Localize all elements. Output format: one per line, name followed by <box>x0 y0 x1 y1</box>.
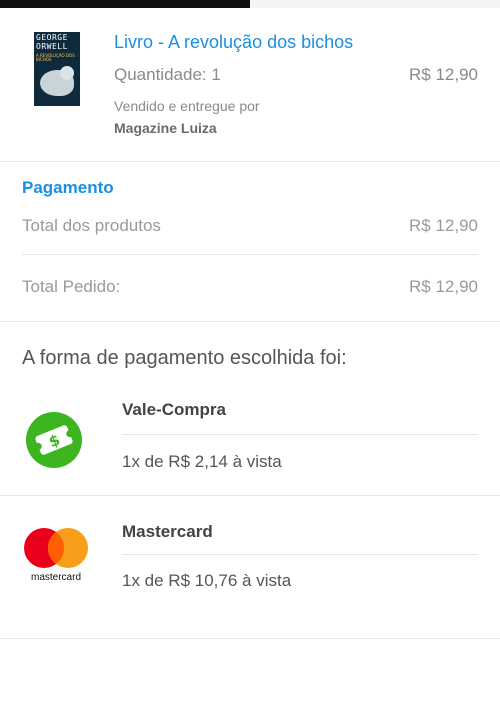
status-bar-dark <box>0 0 250 8</box>
product-item[interactable]: GEORGE ORWELL A REVOLUÇÃO DOS BICHOS Liv… <box>0 8 500 162</box>
status-bar <box>0 0 500 8</box>
summary-divider <box>22 254 478 255</box>
payment-title: Pagamento <box>22 178 114 197</box>
voucher-name: Vale-Compra <box>122 400 226 419</box>
cover-pig-head <box>60 66 74 80</box>
seller-name: Magazine Luiza <box>114 120 217 136</box>
payment-summary: Pagamento Total dos produtos R$ 12,90 To… <box>0 161 500 322</box>
product-quantity: Quantidade: 1 <box>114 65 221 84</box>
mastercard-installment: 1x de R$ 10,76 à vista <box>122 571 292 590</box>
total-products-label: Total dos produtos <box>22 216 161 235</box>
total-products-value: R$ 12,90 <box>409 216 478 235</box>
payment-methods-heading: A forma de pagamento escolhida foi: <box>22 347 347 369</box>
payment-method-mastercard: mastercard Mastercard 1x de R$ 10,76 à v… <box>0 496 500 639</box>
voucher-installment: 1x de R$ 2,14 à vista <box>122 452 282 471</box>
mastercard-brand-text: mastercard <box>30 572 81 583</box>
product-price: R$ 12,90 <box>409 65 478 84</box>
mastercard-name: Mastercard <box>122 522 213 541</box>
payment-method-voucher: $ Vale-Compra 1x de R$ 2,14 à vista <box>0 390 500 496</box>
sold-by-label: Vendido e entregue por <box>114 98 260 114</box>
total-order-value: R$ 12,90 <box>409 277 478 296</box>
voucher-icon: $ <box>26 412 82 468</box>
cover-author-line1: GEORGE <box>36 33 68 42</box>
cover-title: A REVOLUÇÃO DOS BICHOS <box>36 53 75 62</box>
total-order-label: Total Pedido: <box>22 277 121 296</box>
mastercard-divider <box>122 554 478 555</box>
book-cover-image: GEORGE ORWELL A REVOLUÇÃO DOS BICHOS <box>34 32 80 106</box>
product-title-link[interactable]: Livro - A revolução dos bichos <box>114 32 353 53</box>
voucher-divider <box>122 434 478 435</box>
cover-author-line2: ORWELL <box>36 42 68 51</box>
